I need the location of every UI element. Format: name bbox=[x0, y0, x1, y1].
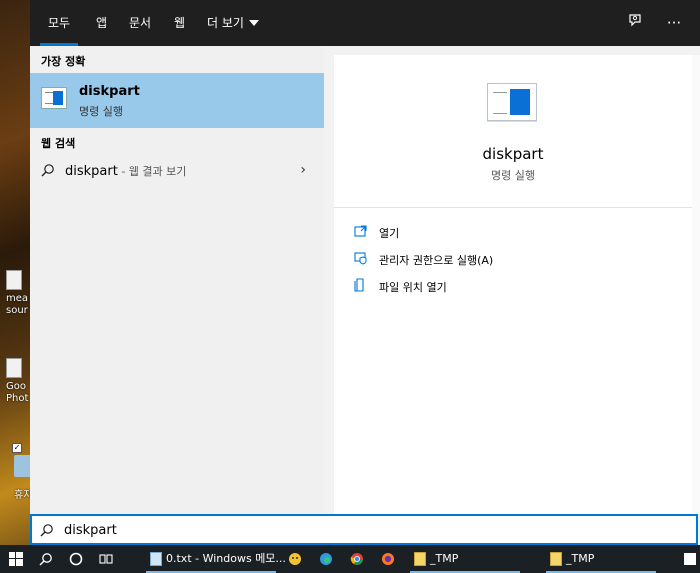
desktop-icon-file[interactable]: mea sour bbox=[6, 270, 32, 317]
search-scope-bar: 모두 앱 문서 웹 더 보기 ··· bbox=[30, 0, 700, 46]
edge-icon[interactable] bbox=[319, 552, 333, 566]
search-icon bbox=[41, 164, 54, 177]
feedback-icon[interactable] bbox=[625, 12, 647, 34]
desktop-icon-label: mea bbox=[6, 293, 29, 304]
chrome-icon[interactable] bbox=[350, 552, 364, 566]
tab-more[interactable]: 더 보기 bbox=[207, 0, 259, 46]
notepad-icon bbox=[150, 552, 162, 566]
web-search-hint: - 웹 결과 보기 bbox=[117, 165, 187, 178]
chevron-right-icon[interactable]: › bbox=[300, 162, 306, 178]
preview-subtitle: 명령 실행 bbox=[491, 169, 535, 182]
tab-documents[interactable]: 문서 bbox=[129, 0, 151, 46]
open-icon bbox=[354, 225, 367, 237]
taskbar-app-folder[interactable]: _TMP bbox=[546, 545, 656, 573]
search-panel: 모두 앱 문서 웹 더 보기 ··· 가장 정확 diskpart 명령 실행 … bbox=[30, 0, 700, 545]
diskpart-large-icon bbox=[487, 83, 537, 121]
web-search-query: diskpart bbox=[65, 164, 118, 179]
desktop-icon-label: sour bbox=[6, 305, 28, 316]
folder-icon bbox=[550, 552, 562, 566]
desktop-icon-label: Goo bbox=[6, 381, 26, 392]
desktop-icon-photos[interactable]: Goo Phot bbox=[6, 358, 32, 405]
chevron-down-icon bbox=[248, 20, 259, 26]
best-match-result[interactable]: diskpart 명령 실행 bbox=[30, 73, 324, 128]
preview-pane: diskpart 명령 실행 열기 관리자 권한으로 실행(A) 파일 위치 열… bbox=[334, 55, 692, 514]
search-icon[interactable] bbox=[39, 552, 53, 566]
file-location-icon bbox=[354, 278, 364, 292]
taskbar-app-folder[interactable]: _TMP bbox=[410, 545, 520, 573]
folder-icon bbox=[414, 552, 426, 566]
web-search-header: 웹 검색 bbox=[41, 137, 76, 150]
tab-all[interactable]: 모두 bbox=[40, 0, 78, 46]
checkbox-icon: ✓ bbox=[12, 443, 22, 453]
emoji-app-icon[interactable] bbox=[288, 552, 302, 566]
search-icon bbox=[40, 524, 53, 537]
document-icon bbox=[6, 270, 22, 290]
firefox-icon[interactable] bbox=[381, 552, 395, 566]
results-list: 가장 정확 diskpart 명령 실행 웹 검색 diskpart - 웹 결… bbox=[30, 46, 324, 514]
desktop-icon-label: Phot bbox=[6, 393, 29, 404]
best-match-header: 가장 정확 bbox=[41, 55, 86, 68]
task-view-icon[interactable] bbox=[99, 552, 113, 566]
scrollbar[interactable] bbox=[692, 55, 700, 514]
taskbar: 0.txt - Windows 메모... _TMP _TMP bbox=[0, 545, 700, 573]
tab-web[interactable]: 웹 bbox=[174, 0, 185, 46]
tab-apps[interactable]: 앱 bbox=[96, 0, 107, 46]
cortana-icon[interactable] bbox=[69, 552, 83, 566]
document-icon bbox=[6, 358, 22, 378]
show-desktop-icon[interactable] bbox=[684, 553, 696, 565]
web-search-result[interactable]: diskpart - 웹 결과 보기 › bbox=[30, 157, 324, 185]
admin-shield-icon bbox=[354, 252, 367, 265]
windows-start-icon[interactable] bbox=[9, 552, 23, 566]
taskbar-app-notepad[interactable]: 0.txt - Windows 메모... bbox=[146, 545, 286, 573]
best-match-subtitle: 명령 실행 bbox=[79, 105, 123, 118]
more-options-icon[interactable]: ··· bbox=[663, 12, 685, 34]
search-box[interactable] bbox=[30, 514, 698, 545]
best-match-title: diskpart bbox=[79, 84, 140, 99]
diskpart-app-icon bbox=[41, 87, 67, 109]
preview-title: diskpart bbox=[482, 145, 544, 163]
divider bbox=[334, 207, 692, 208]
search-input[interactable] bbox=[64, 521, 664, 539]
